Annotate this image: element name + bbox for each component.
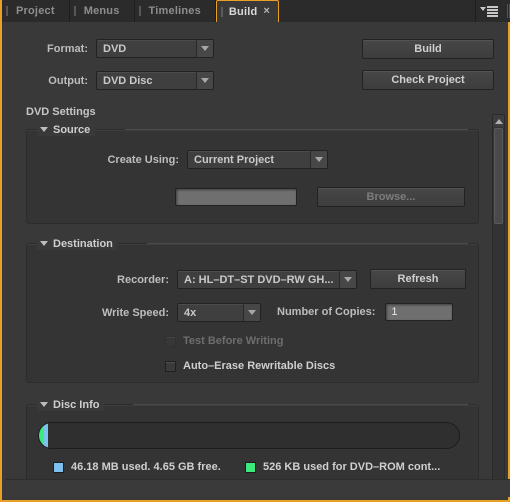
auto-erase-checkbox[interactable]: Auto–Erase Rewritable Discs [165, 360, 335, 372]
dvd-settings-heading: DVD Settings [26, 106, 96, 118]
copies-input[interactable]: 1 [385, 303, 454, 321]
output-label: Output: [48, 74, 88, 87]
triangle-down-icon [40, 127, 48, 132]
format-label: Format: [47, 42, 88, 55]
legend-dvdrom-text: 526 KB used for DVD–ROM cont... [263, 461, 441, 473]
chevron-down-icon [196, 72, 213, 89]
format-dropdown[interactable]: DVD [96, 39, 214, 58]
checkbox-icon [165, 360, 176, 372]
destination-group: Destination Recorder: A: HL–DT–ST DVD–RW… [26, 237, 479, 383]
output-row: Output: DVD Disc [26, 71, 214, 90]
panel-bottom-bar [6, 479, 510, 497]
output-value: DVD Disc [103, 74, 153, 87]
capacity-segment-free [47, 423, 459, 448]
panel-menu-icon[interactable] [476, 0, 502, 22]
copies-label: Number of Copies: [277, 306, 376, 318]
tab-grip-icon [220, 7, 223, 17]
triangle-down-icon [40, 241, 48, 246]
disc-info-group-header[interactable]: Disc Info [37, 398, 105, 411]
recorder-value: A: HL–DT–ST DVD–RW GH... [184, 273, 334, 286]
recorder-dropdown[interactable]: A: HL–DT–ST DVD–RW GH... [177, 270, 357, 289]
tab-strip: Project Menus Timelines Build × [2, 0, 510, 23]
recorder-row: Recorder: A: HL–DT–ST DVD–RW GH... [39, 270, 357, 289]
destination-group-title: Destination [53, 237, 113, 250]
create-using-value: Current Project [194, 153, 275, 166]
source-group-title: Source [53, 123, 91, 136]
legend-used: 46.18 MB used. 4.65 GB free. [53, 461, 221, 473]
check-project-button[interactable]: Check Project [362, 70, 494, 90]
disc-capacity-bar [38, 422, 460, 449]
tab-grip-icon [138, 6, 141, 16]
source-group-rule [125, 129, 468, 130]
chevron-down-icon [339, 271, 356, 288]
chevron-down-icon [310, 151, 327, 168]
output-dropdown[interactable]: DVD Disc [96, 71, 214, 90]
write-speed-value: 4x [184, 306, 197, 319]
source-group: Source Create Using: Current Project Bro… [26, 123, 479, 224]
tab-project-label: Project [16, 5, 55, 17]
auto-erase-label: Auto–Erase Rewritable Discs [183, 360, 336, 372]
copies-row: Number of Copies: 1 [277, 303, 454, 321]
tab-project[interactable]: Project [2, 0, 70, 22]
format-row: Format: DVD [26, 39, 214, 58]
scroll-up-icon[interactable] [493, 115, 504, 127]
build-panel: Project Menus Timelines Build × Format: … [0, 0, 510, 502]
write-speed-dropdown[interactable]: 4x [177, 303, 261, 322]
create-using-row: Create Using: Current Project [39, 150, 328, 169]
tab-build-label: Build [228, 5, 258, 18]
vertical-scrollbar[interactable] [492, 114, 505, 494]
destination-group-rule [147, 243, 468, 244]
tab-timelines[interactable]: Timelines [134, 0, 216, 22]
legend-swatch-dvdrom-icon [245, 461, 256, 473]
tab-grip-icon [73, 6, 76, 16]
legend-used-text: 46.18 MB used. 4.65 GB free. [71, 461, 221, 473]
test-before-writing-label: Test Before Writing [183, 335, 284, 347]
disc-info-group-rule [133, 404, 468, 405]
create-using-dropdown[interactable]: Current Project [187, 150, 328, 169]
create-using-label: Create Using: [107, 153, 179, 166]
format-value: DVD [103, 42, 127, 55]
panel-drag-handle[interactable] [502, 0, 510, 22]
tab-build[interactable]: Build × [215, 0, 280, 23]
chevron-down-icon [480, 7, 486, 11]
build-content: Format: DVD Output: DVD Disc Build Check… [4, 22, 510, 499]
refresh-button[interactable]: Refresh [370, 269, 466, 289]
source-group-header[interactable]: Source [37, 123, 96, 136]
tab-timelines-label: Timelines [148, 5, 201, 17]
triangle-down-icon [40, 402, 48, 407]
scrollbar-thumb[interactable] [494, 128, 503, 224]
build-button[interactable]: Build [362, 39, 494, 59]
tab-strip-filler [279, 0, 476, 22]
tab-menus[interactable]: Menus [69, 0, 135, 22]
checkbox-icon [165, 335, 176, 347]
legend-dvdrom: 526 KB used for DVD–ROM cont... [245, 461, 440, 473]
recorder-label: Recorder: [117, 273, 169, 286]
tab-menus-label: Menus [83, 5, 120, 17]
destination-group-header[interactable]: Destination [37, 237, 118, 250]
chevron-down-icon [243, 304, 260, 321]
source-path-input[interactable] [175, 188, 297, 206]
write-speed-label: Write Speed: [101, 306, 169, 319]
hamburger-icon [487, 5, 498, 17]
close-icon[interactable]: × [263, 6, 270, 17]
legend-swatch-used-icon [53, 461, 64, 473]
test-before-writing-checkbox[interactable]: Test Before Writing [165, 335, 283, 347]
browse-button[interactable]: Browse... [317, 187, 465, 207]
write-speed-row: Write Speed: 4x [39, 303, 261, 322]
tab-grip-icon [6, 6, 8, 16]
disc-info-group-title: Disc Info [53, 398, 100, 411]
chevron-down-icon [196, 40, 213, 57]
